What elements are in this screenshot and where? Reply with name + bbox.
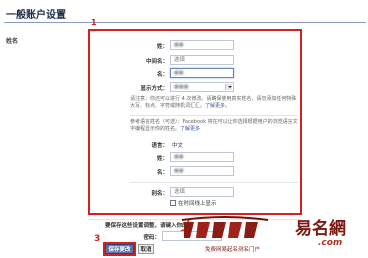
alias-input[interactable]: 选填 bbox=[170, 187, 234, 197]
divider bbox=[130, 115, 298, 116]
ref-given-name-input[interactable]: ●● bbox=[170, 166, 234, 176]
surname-input[interactable]: ●● bbox=[170, 40, 234, 50]
save-button[interactable]: 保存更改 bbox=[105, 244, 134, 254]
surname-label: 姓： bbox=[156, 44, 168, 50]
middle-name-input[interactable]: 选填 bbox=[170, 55, 234, 65]
show-on-timeline-label: 在时间线上显示 bbox=[178, 201, 217, 207]
show-on-timeline-checkbox[interactable] bbox=[170, 200, 176, 206]
chevron-down-icon bbox=[225, 84, 232, 90]
watermark-logo-text: 易名網 bbox=[295, 219, 346, 239]
watermark-subtitle: 免费网易起名测名门户 bbox=[205, 247, 261, 253]
middle-name-label: 中间名： bbox=[145, 59, 168, 65]
watermark-logo-icon bbox=[181, 216, 269, 238]
reference-learn-more-link[interactable]: 了解更多 bbox=[180, 126, 200, 132]
divider bbox=[130, 182, 298, 183]
change-limit-notice: 请注意：你还可以进行 4 次修改。请确保使用真实姓名，请勿添加任何特殊大写、标点… bbox=[130, 96, 298, 110]
ref-surname-input[interactable]: ●● bbox=[170, 152, 234, 162]
title-divider bbox=[4, 22, 366, 23]
display-order-select[interactable]: ●●● bbox=[170, 82, 234, 92]
annotation-marker-1: 1 bbox=[91, 18, 97, 27]
display-order-label: 显示方式： bbox=[140, 86, 168, 92]
language-value: 中文 bbox=[172, 143, 184, 149]
language-label: 语言： bbox=[151, 143, 168, 149]
watermark-logo-graphic bbox=[180, 216, 270, 242]
ref-given-name-label: 名： bbox=[156, 170, 168, 176]
given-name-label: 名： bbox=[156, 72, 168, 78]
password-label: 密码： bbox=[143, 235, 160, 241]
reference-language-notice: 参考语言姓名（可选）：Facebook 将在可以让你选择根据用户的浏览语言文字编… bbox=[130, 119, 298, 133]
watermark-url: .com bbox=[318, 238, 343, 248]
alias-label: 别名： bbox=[151, 191, 168, 197]
section-label-name: 姓名 bbox=[6, 38, 19, 45]
learn-more-link[interactable]: 了解更多。 bbox=[205, 103, 230, 109]
annotation-marker-3: 3 bbox=[94, 234, 101, 244]
given-name-input[interactable]: ●● bbox=[170, 68, 234, 78]
reference-text: 参考语言姓名（可选）：Facebook 将在可以让你选择根据用户的浏览语言文字编… bbox=[130, 119, 298, 132]
ref-surname-label: 姓： bbox=[156, 156, 168, 162]
cancel-button[interactable]: 取消 bbox=[138, 244, 154, 254]
page-title: 一般账户设置 bbox=[6, 10, 66, 21]
